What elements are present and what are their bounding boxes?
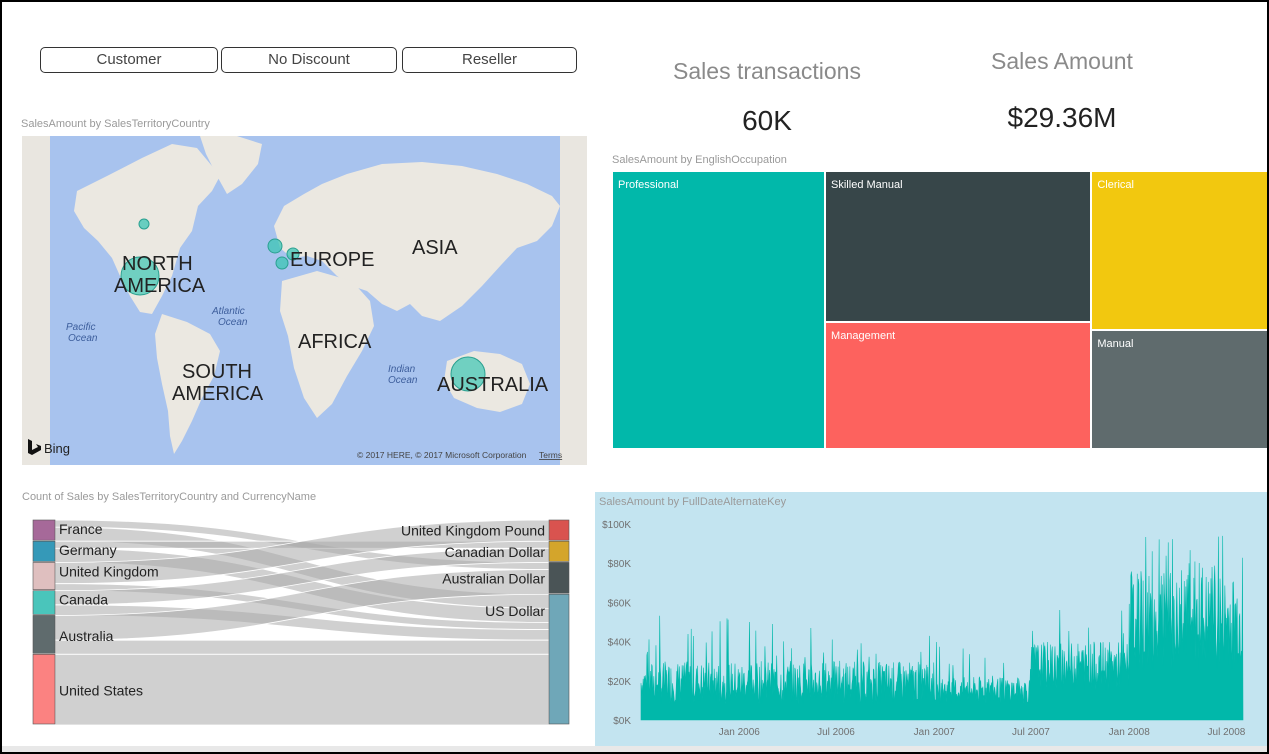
y-tick-label: $0K	[613, 716, 631, 727]
card-transactions-value: 60K	[742, 105, 792, 136]
x-tick-label: Jul 2008	[1208, 727, 1246, 738]
x-tick-label: Jan 2006	[719, 727, 761, 738]
sankey-node-canadian-dollar[interactable]	[548, 540, 570, 562]
map-copyright: © 2017 HERE, © 2017 Microsoft Corporatio…	[357, 450, 527, 460]
sankey-link-australia-to-us-dollar[interactable]	[54, 639, 550, 655]
x-tick-label: Jul 2006	[817, 727, 855, 738]
sankey-node-germany[interactable]	[32, 540, 56, 562]
x-tick-label: Jan 2007	[914, 727, 956, 738]
treemap-tile-clerical[interactable]: Clerical	[1092, 172, 1267, 329]
treemap-label-skilled-manual: Skilled Manual	[831, 179, 903, 191]
label-asia: ASIA	[412, 237, 458, 259]
sankey-node-australian-dollar[interactable]	[548, 562, 570, 594]
card-amount-label: Sales Amount	[991, 48, 1133, 74]
page-footer-strip	[2, 746, 1267, 752]
y-tick-label: $20K	[608, 677, 632, 688]
treemap-title: SalesAmount by EnglishOccupation	[612, 154, 787, 166]
label-pacific: Pacific	[66, 322, 95, 333]
sankey-node-canada[interactable]	[32, 590, 56, 615]
x-tick-label: Jan 2008	[1109, 727, 1151, 738]
bubble-france[interactable]	[275, 256, 289, 270]
sankey-label-united-states: United States	[59, 683, 143, 699]
sankey-label-united-kingdom: United Kingdom	[59, 563, 159, 579]
slicer-no-discount-button[interactable]: No Discount	[221, 47, 397, 73]
map-terms-link[interactable]: Terms	[539, 450, 562, 460]
label-australia: AUSTRALIA	[437, 374, 549, 396]
report-canvas: Customer No Discount Reseller Sales tran…	[0, 0, 1269, 754]
bubble-canada[interactable]	[138, 218, 150, 230]
y-tick-label: $40K	[608, 638, 632, 649]
map-edge-right	[560, 136, 587, 465]
x-tick-label: Jul 2007	[1012, 727, 1050, 738]
sankey-label-australian-dollar: Australian Dollar	[442, 570, 545, 586]
treemap-tile-skilled-manual[interactable]: Skilled Manual	[826, 172, 1091, 322]
card-amount-value: $29.36M	[1007, 102, 1117, 133]
line-chart-visual: $0K $20K $40K $60K $80K $100K Jan 2006 Jul 2006…	[602, 520, 1246, 738]
sankey-visual: France Germany United Kingdom Canada Austral…	[32, 519, 570, 726]
slicer-reseller-button[interactable]: Reseller	[402, 47, 577, 73]
sankey-node-france[interactable]	[32, 519, 56, 541]
label-atlantic-ocean: Ocean	[218, 317, 248, 328]
sankey-title: Count of Sales by SalesTerritoryCountry …	[22, 491, 317, 503]
map-visual[interactable]: NORTH AMERICA EUROPE ASIA AFRICA SOUTH A…	[22, 136, 587, 465]
sankey-label-us-dollar: US Dollar	[485, 603, 545, 619]
bing-label: Bing	[44, 441, 70, 456]
sankey-label-canadian-dollar: Canadian Dollar	[445, 544, 546, 560]
sankey-label-france: France	[59, 521, 103, 537]
sankey-label-united-kingdom-pound: United Kingdom Pound	[401, 523, 545, 539]
sankey-label-canada: Canada	[59, 592, 108, 608]
y-tick-label: $60K	[608, 598, 632, 609]
label-south-america: AMERICA	[172, 383, 264, 405]
sankey-node-australia[interactable]	[32, 615, 56, 654]
y-tick-label: $80K	[608, 559, 632, 570]
card-transactions-label: Sales transactions	[673, 58, 861, 84]
treemap-label-professional: Professional	[618, 179, 679, 191]
y-tick-label: $100K	[602, 520, 631, 531]
label-indian: Indian	[388, 364, 416, 375]
treemap-tile-management[interactable]: Management	[826, 323, 1091, 448]
slicer-customer-button[interactable]: Customer	[40, 47, 218, 73]
map-title: SalesAmount by SalesTerritoryCountry	[21, 118, 210, 130]
label-atlantic: Atlantic	[211, 306, 245, 317]
treemap-label-management: Management	[831, 330, 896, 343]
label-pacific-ocean: Ocean	[68, 333, 98, 344]
sankey-node-united-states[interactable]	[32, 654, 56, 725]
treemap-tile-manual[interactable]: Manual	[1092, 330, 1267, 448]
label-indian-ocean: Ocean	[388, 375, 418, 386]
sankey-node-united-kingdom-pound[interactable]	[548, 519, 570, 541]
sankey-label-germany: Germany	[59, 542, 117, 558]
sankey-node-united-kingdom[interactable]	[32, 562, 56, 590]
map-svg: NORTH AMERICA EUROPE ASIA AFRICA SOUTH A…	[22, 136, 587, 465]
treemap-tile-professional[interactable]: Professional	[613, 172, 825, 448]
sankey-label-australia: Australia	[59, 628, 114, 644]
sales-area-series[interactable]	[640, 535, 1244, 721]
label-north: NORTH	[122, 253, 193, 275]
bubble-united-kingdom[interactable]	[267, 238, 283, 254]
label-africa: AFRICA	[298, 331, 372, 353]
treemap-label-manual: Manual	[1097, 337, 1134, 350]
treemap-label-clerical: Clerical	[1097, 179, 1134, 191]
map-edge-left	[22, 136, 50, 465]
treemap-visual: Professional Skilled Manual Management Cler…	[613, 172, 1267, 450]
label-europe: EUROPE	[290, 249, 374, 271]
label-south: SOUTH	[182, 361, 252, 383]
label-north-america: AMERICA	[114, 275, 206, 297]
sankey-node-us-dollar[interactable]	[548, 593, 570, 725]
